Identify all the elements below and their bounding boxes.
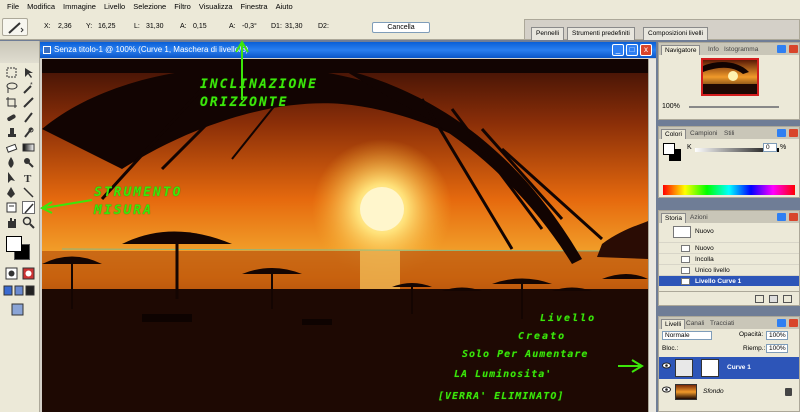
- blend-mode-select[interactable]: Normale: [662, 331, 712, 340]
- tab-stili[interactable]: Stili: [721, 129, 737, 139]
- layer-row-sfondo[interactable]: Sfondo: [659, 381, 799, 403]
- curves-adjustment-icon: [675, 359, 693, 377]
- layer-name: Curve 1: [727, 364, 751, 371]
- opacity-field[interactable]: 100%: [766, 331, 788, 340]
- history-state-icon: [681, 245, 690, 252]
- new-document-icon[interactable]: [755, 295, 764, 303]
- layer-name: Sfondo: [703, 388, 724, 395]
- history-item-label: Livello Curve 1: [695, 278, 742, 285]
- k-channel-label: K: [687, 144, 692, 151]
- arrow-to-angle-value: [235, 40, 249, 100]
- navigator-zoom-value[interactable]: 100%: [662, 103, 680, 110]
- snapshot-thumbnail: [673, 226, 691, 238]
- navigator-panel: Navigatore Info Istogramma 100%: [658, 42, 800, 120]
- tab-livelli[interactable]: Livelli: [661, 319, 686, 329]
- tab-navigatore[interactable]: Navigatore: [661, 45, 701, 55]
- history-item-label: Unico livello: [695, 267, 730, 274]
- history-item[interactable]: Nuovo: [659, 242, 799, 253]
- history-tabrow: Storia Azioni: [659, 211, 799, 223]
- history-item[interactable]: Unico livello: [659, 264, 799, 275]
- k-percent-label: %: [780, 144, 787, 151]
- history-footer: [659, 291, 799, 305]
- navigator-thumbnail[interactable]: [701, 58, 759, 96]
- history-item[interactable]: Incolla: [659, 253, 799, 264]
- color-fg-swatch[interactable]: [663, 143, 675, 155]
- color-ramp[interactable]: [663, 185, 795, 195]
- panel-minimize-icon[interactable]: [777, 319, 786, 327]
- layer-mask-thumbnail[interactable]: [701, 359, 719, 377]
- k-value-field[interactable]: 0: [763, 143, 777, 152]
- navigator-tabrow: Navigatore Info Istogramma: [659, 43, 799, 55]
- lock-icon: [785, 388, 792, 396]
- opacity-label: Opacità:: [739, 331, 764, 338]
- new-snapshot-icon[interactable]: [769, 295, 778, 303]
- photoshop-window: File Modifica Immagine Livello Selezione…: [0, 0, 800, 412]
- tab-tracciati[interactable]: Tracciati: [707, 319, 737, 329]
- panel-minimize-icon[interactable]: [777, 129, 786, 137]
- tab-azioni[interactable]: Azioni: [687, 213, 711, 223]
- trash-icon[interactable]: [783, 295, 792, 303]
- background-layer-thumbnail: [675, 384, 697, 400]
- arrow-to-curves-layer: [618, 359, 644, 373]
- panel-close-icon[interactable]: [789, 319, 798, 327]
- layers-panel: Livelli Canali Tracciati Normale Opacità…: [658, 316, 800, 412]
- history-state-icon: [681, 278, 690, 285]
- fill-field[interactable]: 100%: [766, 344, 788, 353]
- tab-storia[interactable]: Storia: [661, 213, 686, 223]
- arrow-to-ruler-tool: [39, 199, 93, 214]
- panel-close-icon[interactable]: [789, 129, 798, 137]
- eye-icon[interactable]: [662, 362, 671, 369]
- lock-label: Bloc.:: [662, 345, 679, 352]
- history-panel: Storia Azioni Nuovo Nuovo Incolla Unico …: [658, 210, 800, 306]
- history-state-icon: [681, 256, 690, 263]
- panel-minimize-icon[interactable]: [777, 45, 786, 53]
- tab-istogramma[interactable]: Istogramma: [721, 45, 761, 55]
- layer-row-curves[interactable]: Curve 1: [659, 357, 799, 379]
- panel-close-icon[interactable]: [789, 45, 798, 53]
- fill-label: Riemp.:: [743, 345, 766, 352]
- tab-info[interactable]: Info: [705, 45, 722, 55]
- navigator-preview-image: [703, 60, 757, 94]
- history-snapshot[interactable]: Nuovo: [659, 224, 799, 240]
- panel-minimize-icon[interactable]: [777, 213, 786, 221]
- snapshot-label: Nuovo: [695, 228, 714, 235]
- eye-icon[interactable]: [662, 386, 671, 393]
- color-panel: Colori Campioni Stili K 0 %: [658, 126, 800, 198]
- tab-canali[interactable]: Canali: [683, 319, 707, 329]
- history-item-label: Incolla: [695, 256, 714, 263]
- history-state-icon: [681, 267, 690, 274]
- layers-tabrow: Livelli Canali Tracciati: [659, 317, 799, 329]
- navigator-zoom-slider[interactable]: [689, 106, 779, 108]
- history-item-selected[interactable]: Livello Curve 1: [659, 275, 799, 286]
- tab-campioni[interactable]: Campioni: [687, 129, 720, 139]
- history-item-label: Nuovo: [695, 245, 714, 252]
- panel-close-icon[interactable]: [789, 213, 798, 221]
- foreground-color-swatch[interactable]: [6, 236, 22, 252]
- color-tabrow: Colori Campioni Stili: [659, 127, 799, 139]
- tab-colori[interactable]: Colori: [661, 129, 686, 139]
